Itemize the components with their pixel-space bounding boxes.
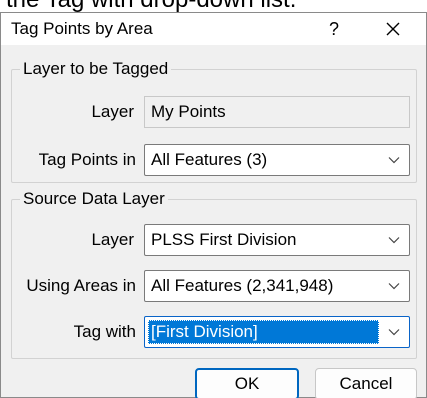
title-bar: Tag Points by Area ? xyxy=(1,13,426,45)
chevron-down-icon xyxy=(383,225,405,255)
dialog-title: Tag Points by Area xyxy=(11,19,153,38)
using-areas-in-label: Using Areas in xyxy=(26,276,136,295)
group-title-source-data-layer: Source Data Layer xyxy=(20,189,168,209)
tag-points-dialog: Tag Points by Area ? Layer to be Tagged … xyxy=(0,12,427,398)
close-button[interactable] xyxy=(363,13,423,45)
chevron-down-icon xyxy=(383,145,405,175)
tag-points-in-label: Tag Points in xyxy=(38,150,136,169)
source-layer-value: PLSS First Division xyxy=(151,230,297,249)
tag-points-in-value: All Features (3) xyxy=(151,150,268,169)
source-layer-label: Layer xyxy=(91,230,134,249)
layer-readonly-field: My Points xyxy=(144,96,410,128)
help-button[interactable]: ? xyxy=(313,13,355,45)
chevron-down-icon xyxy=(383,317,405,347)
using-areas-in-value: All Features (2,341,948) xyxy=(151,276,334,295)
group-title-layer-to-be-tagged: Layer to be Tagged xyxy=(20,59,172,79)
layer-to-be-tagged-group: Layer to be Tagged Layer My Points Tag P… xyxy=(11,59,417,183)
tag-with-dropdown[interactable]: [First Division] xyxy=(144,316,410,348)
cancel-button[interactable]: Cancel xyxy=(315,368,417,398)
tag-with-value: [First Division] xyxy=(148,320,379,344)
close-icon xyxy=(386,22,400,36)
chevron-down-icon xyxy=(383,271,405,301)
source-layer-dropdown[interactable]: PLSS First Division xyxy=(144,224,410,256)
tag-with-label: Tag with xyxy=(73,322,136,341)
layer-label: Layer xyxy=(91,102,134,121)
ok-button[interactable]: OK xyxy=(195,368,299,398)
source-data-layer-group: Source Data Layer Layer PLSS First Divis… xyxy=(11,189,417,359)
using-areas-in-dropdown[interactable]: All Features (2,341,948) xyxy=(144,270,410,302)
tag-points-in-dropdown[interactable]: All Features (3) xyxy=(144,144,410,176)
